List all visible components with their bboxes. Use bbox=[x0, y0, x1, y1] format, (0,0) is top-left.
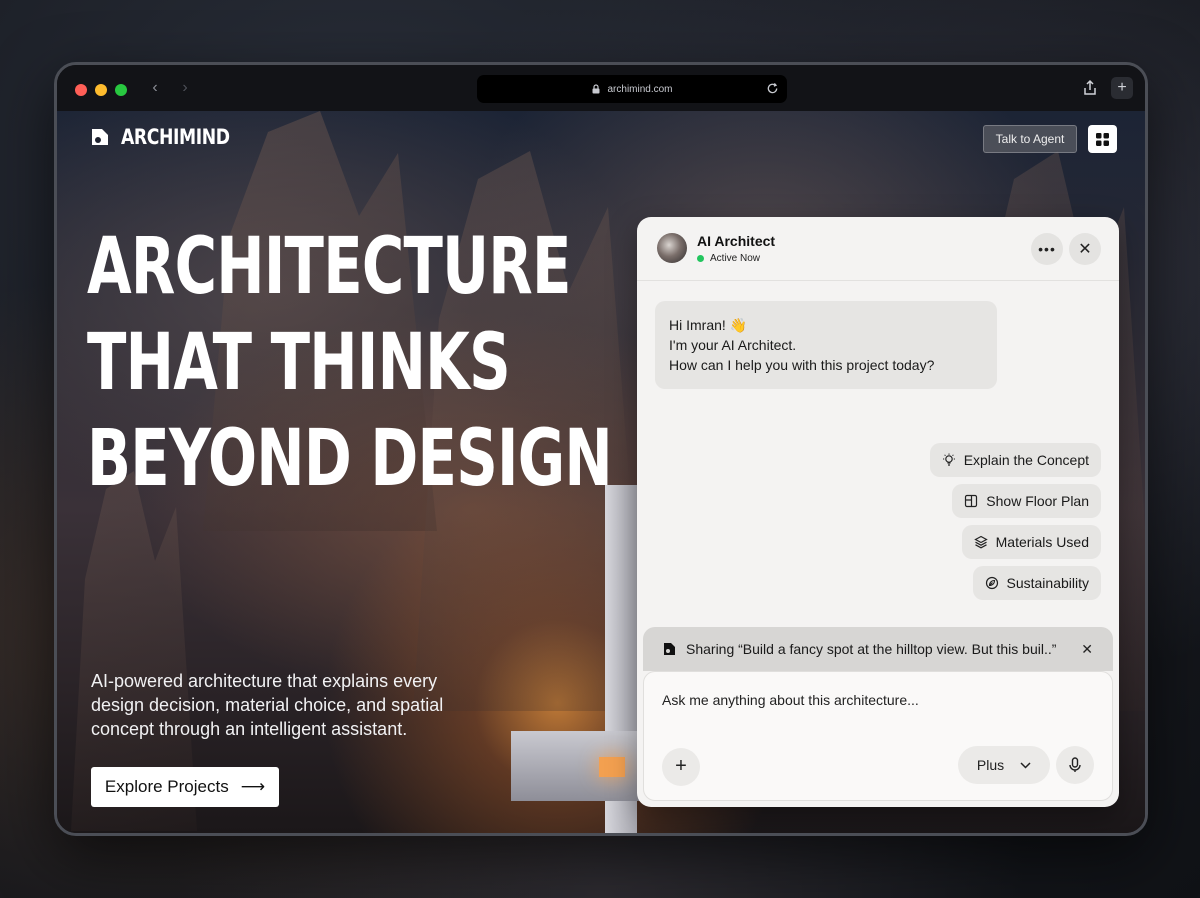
add-attachment-button[interactable]: + bbox=[662, 748, 700, 786]
plan-select[interactable]: Plus bbox=[958, 746, 1050, 784]
agent-status-text: Active Now bbox=[710, 253, 761, 264]
suggestion-explain-concept[interactable]: Explain the Concept bbox=[929, 443, 1101, 477]
layers-icon bbox=[973, 535, 988, 549]
document-icon bbox=[664, 643, 675, 655]
chat-panel: AI Architect Active Now ••• ✕ Hi Imran! … bbox=[637, 217, 1119, 807]
chat-header: AI Architect Active Now ••• ✕ bbox=[637, 217, 1119, 281]
headline-line: THAT THINKS bbox=[87, 318, 511, 408]
explore-projects-button[interactable]: Explore Projects ⟶ bbox=[91, 767, 279, 807]
window-controls bbox=[75, 84, 127, 96]
status-dot-icon bbox=[697, 255, 704, 262]
message-line: I'm your AI Architect. bbox=[669, 337, 797, 353]
lit-window bbox=[599, 757, 625, 777]
browser-window: ‹ › archimind.com + ARCHIMIND Talk to Ag… bbox=[54, 62, 1148, 836]
talk-to-agent-button[interactable]: Talk to Agent bbox=[983, 125, 1077, 153]
browser-titlebar: ‹ › archimind.com + bbox=[57, 65, 1145, 111]
close-chat-button[interactable]: ✕ bbox=[1069, 233, 1101, 265]
sharing-text: Sharing “Build a fancy spot at the hillt… bbox=[686, 641, 1057, 657]
hero-subtext: AI-powered architecture that explains ev… bbox=[91, 671, 444, 739]
maximize-window-button[interactable] bbox=[115, 84, 127, 96]
close-window-button[interactable] bbox=[75, 84, 87, 96]
agent-status: Active Now bbox=[697, 253, 760, 264]
leaf-icon bbox=[985, 576, 998, 590]
new-tab-button[interactable]: + bbox=[1111, 77, 1133, 99]
suggestion-materials-used[interactable]: Materials Used bbox=[961, 525, 1101, 559]
chevron-down-icon bbox=[1020, 761, 1031, 769]
sharing-context-bar: Sharing “Build a fancy spot at the hillt… bbox=[643, 627, 1113, 671]
agent-avatar bbox=[657, 233, 687, 263]
lock-icon bbox=[592, 84, 600, 94]
archimind-logo-icon bbox=[92, 129, 108, 145]
lightbulb-icon bbox=[942, 453, 955, 466]
suggestion-sustainability[interactable]: Sustainability bbox=[972, 566, 1101, 600]
message-line: How can I help you with this project tod… bbox=[669, 357, 935, 373]
hero-section: ARCHIMIND Talk to Agent ARCHITECTURE THA… bbox=[57, 111, 1145, 833]
grid-icon bbox=[1096, 132, 1109, 146]
address-bar[interactable]: archimind.com bbox=[477, 75, 787, 103]
brand-logo[interactable]: ARCHIMIND bbox=[89, 125, 253, 149]
suggestion-label: Explain the Concept bbox=[963, 452, 1089, 468]
assistant-message: Hi Imran! 👋 I'm your AI Architect. How c… bbox=[655, 301, 997, 389]
remove-sharing-button[interactable]: ✕ bbox=[1081, 641, 1093, 658]
more-options-button[interactable]: ••• bbox=[1031, 233, 1063, 265]
suggestion-show-floor-plan[interactable]: Show Floor Plan bbox=[952, 484, 1101, 518]
plan-select-value: Plus bbox=[976, 757, 1005, 773]
suggestion-label: Materials Used bbox=[995, 534, 1089, 550]
hero-headline: ARCHITECTURE THAT THINKS BEYOND DESIGN bbox=[87, 219, 613, 507]
microphone-icon bbox=[1069, 757, 1081, 772]
forward-arrow-icon[interactable]: › bbox=[177, 79, 193, 97]
headline-line: ARCHITECTURE bbox=[87, 222, 571, 312]
explore-projects-label: Explore Projects bbox=[104, 777, 229, 796]
minimize-window-button[interactable] bbox=[95, 84, 107, 96]
message-line: Hi Imran! 👋 bbox=[669, 317, 748, 333]
microphone-button[interactable] bbox=[1056, 746, 1094, 784]
back-arrow-icon[interactable]: ‹ bbox=[147, 79, 163, 97]
floor-plan-icon bbox=[965, 494, 978, 508]
menu-grid-button[interactable] bbox=[1088, 125, 1117, 153]
suggestion-label: Show Floor Plan bbox=[986, 493, 1089, 509]
arrow-right-icon: ⟶ bbox=[240, 777, 266, 796]
suggestion-label: Sustainability bbox=[1006, 575, 1090, 591]
share-icon[interactable] bbox=[1081, 79, 1099, 97]
headline-line: BEYOND DESIGN bbox=[87, 414, 613, 504]
message-input[interactable] bbox=[662, 688, 1092, 712]
url-text: archimind.com bbox=[607, 83, 673, 95]
brand-name: ARCHIMIND bbox=[121, 125, 230, 149]
nav-arrows: ‹ › bbox=[147, 79, 193, 97]
message-composer: + Plus bbox=[643, 671, 1113, 801]
reload-icon[interactable] bbox=[766, 82, 779, 95]
agent-name: AI Architect bbox=[697, 233, 776, 249]
